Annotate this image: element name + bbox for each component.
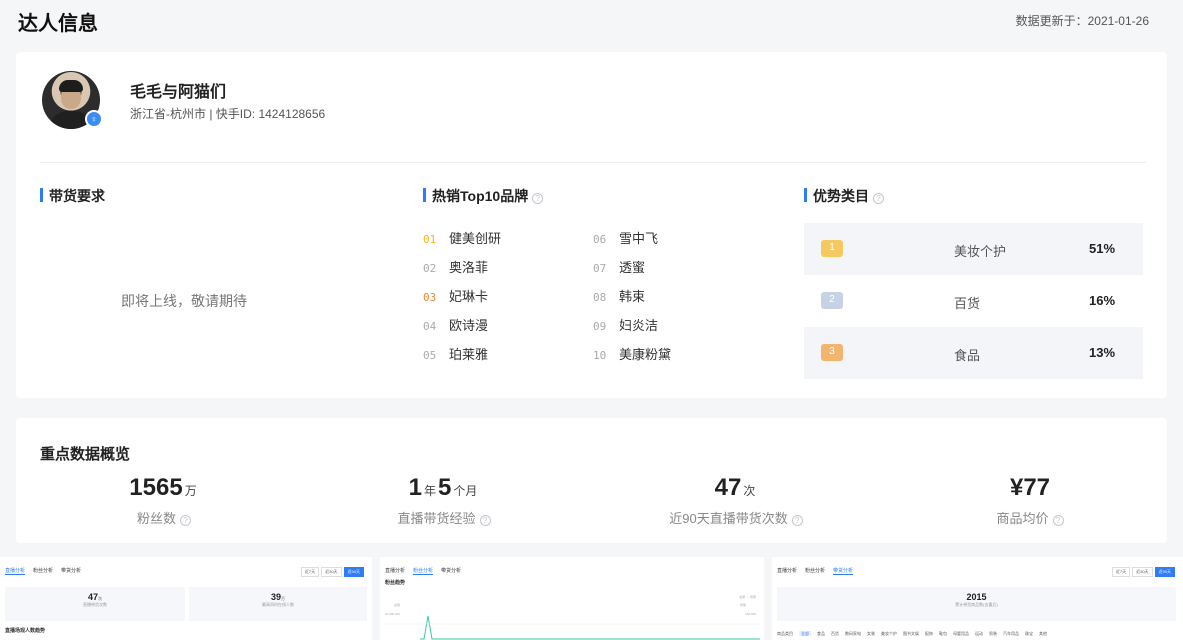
brand-item: 09 妇炎洁	[593, 318, 659, 333]
thumb-stat-box: 39万 最高同时在线人数	[189, 587, 367, 621]
thumbnail-tabs: 直播分析 粉丝分析 带货分析	[385, 568, 462, 575]
silver-medal-icon: 2	[821, 292, 843, 309]
brand-item: 10 美康粉黛	[593, 347, 672, 362]
info-icon[interactable]: ?	[873, 193, 884, 204]
info-icon[interactable]: ?	[791, 515, 803, 526]
thumb-section-title: 直播场观人数趋势	[5, 628, 46, 634]
info-icon[interactable]: ?	[479, 515, 491, 526]
thumb-category-item[interactable]: 汽车用品	[1003, 631, 1019, 636]
range-buttons: 近7天 近30天 近90天	[1110, 567, 1175, 577]
thumb-category-item[interactable]: 全部	[799, 631, 811, 636]
overview-card: 重点数据概览 1565 万 粉丝数? 1 年5 个月 直播带货经验? 47 次 近90天…	[16, 418, 1167, 543]
thumb-category-item[interactable]: 百货	[831, 631, 839, 636]
brand-item: 01 健美创研	[423, 231, 502, 246]
brand-item: 08 韩束	[593, 289, 646, 304]
thumbnail-strip: 直播分析 粉丝分析 带货分析 近7天 近30天 近90天 47次 直播带货次数 39万 …	[0, 557, 1183, 640]
thumb-category-item[interactable]: 配饰	[925, 631, 933, 636]
page-header: 达人信息 数据更新于：2021-01-26	[0, 0, 1183, 42]
section-title-brands: 热销Top10品牌?	[423, 186, 544, 206]
category-percent: 13%	[1089, 345, 1116, 360]
verified-badge-icon: ♀	[85, 110, 103, 128]
bronze-medal-icon: 3	[821, 344, 843, 361]
overview-title: 重点数据概览	[40, 446, 131, 463]
thumb-category-item[interactable]: 食品	[817, 631, 825, 636]
brand-item: 02 奥洛菲	[423, 260, 489, 275]
category-row: 3 食品 13%	[804, 327, 1143, 379]
requirements-placeholder: 即将上线，敬请期待	[121, 293, 247, 309]
info-icon[interactable]: ?	[180, 515, 191, 526]
range-buttons: 近7天 近30天 近90天	[299, 567, 364, 577]
brand-item: 04 欧诗漫	[423, 318, 489, 333]
category-name: 食品	[954, 348, 981, 363]
thumb-category-item[interactable]: 其他	[1039, 631, 1047, 636]
thumb-stat-box: 2015 累计带货商品数(去重后)	[777, 587, 1176, 621]
axis-label: 增量	[739, 603, 746, 607]
thumb-category-item[interactable]: 鞋包	[939, 631, 947, 636]
thumb-stat-box: 47次 直播带货次数	[5, 587, 185, 621]
section-title-requirements: 带货要求	[40, 186, 105, 206]
brand-item: 03 妃琳卡	[423, 289, 489, 304]
category-percent: 51%	[1089, 241, 1116, 256]
category-row: 2 百货 16%	[804, 275, 1143, 327]
thumbnail-goods[interactable]: 直播分析 粉丝分析 带货分析 近7天 近30天 近90天 2015 累计带货商品数(去重…	[772, 557, 1183, 640]
update-time: 数据更新于：2021-01-26	[1015, 14, 1149, 28]
page: 达人信息 数据更新于：2021-01-26 ♀ 毛毛与阿猫们 浙江省-杭州市 |…	[0, 0, 1183, 640]
gold-medal-icon: 1	[821, 240, 843, 257]
brand-item: 07 透蜜	[593, 260, 646, 275]
brand-item: 05 珀莱雅	[423, 347, 489, 362]
thumb-category-item[interactable]: 商品类目	[777, 631, 793, 636]
category-row: 1 美妆个护 51%	[804, 223, 1143, 275]
thumb-category-filter: 商品类目 全部 食品 百货 数码家电 女装 美妆个护 图书文娱 配饰 鞋包 母婴用品 运动 男装 汽车用品…	[777, 631, 1053, 637]
category-name: 美妆个护	[954, 244, 1007, 259]
thumb-category-item[interactable]: 珠宝	[1025, 631, 1033, 636]
divider	[40, 162, 1146, 163]
thumb-category-item[interactable]: 母婴用品	[953, 631, 969, 636]
thumb-category-item[interactable]: 美妆个护	[881, 631, 897, 636]
thumbnail-live[interactable]: 直播分析 粉丝分析 带货分析 近7天 近30天 近90天 47次 直播带货次数 39万 …	[0, 557, 372, 640]
stat-experience: 1 年5 个月 直播带货经验?	[304, 474, 584, 527]
thumb-section-title: 粉丝趋势	[385, 580, 406, 586]
thumbnail-tabs: 直播分析 粉丝分析 带货分析	[777, 568, 854, 575]
fans-trend-sparkline	[385, 615, 760, 640]
info-icon[interactable]: ?	[1052, 515, 1064, 526]
brand-item: 06 雪中飞	[593, 231, 659, 246]
axis-label: 总量	[394, 603, 401, 607]
thumb-category-item[interactable]: 运动	[975, 631, 983, 636]
thumb-category-item[interactable]: 图书文娱	[903, 631, 919, 636]
stat-fans: 1565 万 粉丝数?	[129, 474, 197, 526]
page-title: 达人信息	[18, 13, 98, 35]
thumb-category-item[interactable]: 男装	[989, 631, 997, 636]
category-name: 百货	[954, 296, 981, 311]
info-icon[interactable]: ?	[532, 193, 544, 204]
thumb-category-item[interactable]: 女装	[867, 631, 875, 636]
thumbnail-tabs: 直播分析 粉丝分析 带货分析	[5, 568, 82, 575]
category-percent: 16%	[1089, 293, 1116, 308]
profile-card: ♀ 毛毛与阿猫们 浙江省-杭州市 | 快手ID: 1424128656 带货要求…	[16, 52, 1167, 398]
thumb-category-item[interactable]: 数码家电	[845, 631, 861, 636]
section-title-categories: 优势类目?	[804, 186, 884, 206]
influencer-meta: 浙江省-杭州市 | 快手ID: 1424128656	[130, 107, 326, 121]
thumbnail-fans[interactable]: 直播分析 粉丝分析 带货分析 粉丝趋势 总量 — 增量 总量 增量 20,000,0…	[380, 557, 764, 640]
thumb-legend: 总量 — 增量	[739, 595, 756, 599]
stat-avg-price: ¥77 商品均价?	[890, 474, 1170, 527]
influencer-name: 毛毛与阿猫们	[130, 84, 227, 101]
stat-live-count: 47 次 近90天直播带货次数?	[596, 474, 876, 527]
